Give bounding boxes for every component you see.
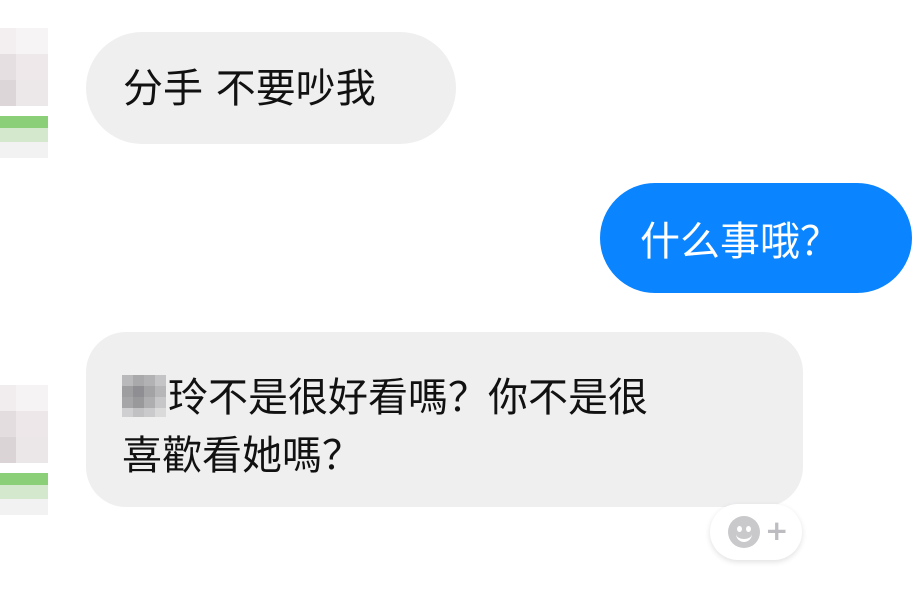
sender-avatar[interactable] (0, 28, 48, 158)
message-text: 什么事哦？ (640, 219, 840, 265)
avatar-pixel (0, 128, 48, 142)
avatar-pixel (16, 385, 48, 411)
incoming-message-bubble[interactable]: 玲不是很好看嗎？你不是很 喜歡看她嗎？ (86, 332, 803, 507)
message-line: 玲不是很好看嗎？你不是很 (122, 369, 773, 427)
avatar-pixel (0, 485, 48, 499)
avatar-pixel (16, 28, 48, 54)
avatar-pixel (0, 385, 16, 411)
smiley-icon (728, 516, 760, 548)
avatar-pixel (0, 437, 16, 463)
avatar-pixel (16, 411, 48, 437)
incoming-message-bubble[interactable]: 分手 不要吵我 (86, 32, 456, 144)
avatar-pixel (16, 80, 48, 106)
message-text: 喜歡看她嗎？ (122, 433, 362, 479)
message-text: 玲不是很好看嗎？你不是很 (168, 375, 648, 421)
redacted-name-blur (122, 375, 166, 417)
avatar-pixel (0, 499, 48, 515)
avatar-pixel (0, 28, 16, 54)
outgoing-message-bubble[interactable]: 什么事哦？ (600, 183, 912, 293)
avatar-pixel (16, 437, 48, 463)
add-reaction-button[interactable]: + (710, 504, 802, 560)
avatar-pixel (0, 473, 48, 485)
avatar-pixel (0, 411, 16, 437)
avatar-pixel (0, 80, 16, 106)
message-text: 分手 不要吵我 (123, 66, 376, 112)
avatar-pixel (0, 116, 48, 128)
avatar-pixel (16, 54, 48, 80)
avatar-pixel (0, 54, 16, 80)
plus-icon: + (765, 514, 789, 547)
sender-avatar[interactable] (0, 385, 48, 515)
avatar-pixel (0, 142, 48, 158)
